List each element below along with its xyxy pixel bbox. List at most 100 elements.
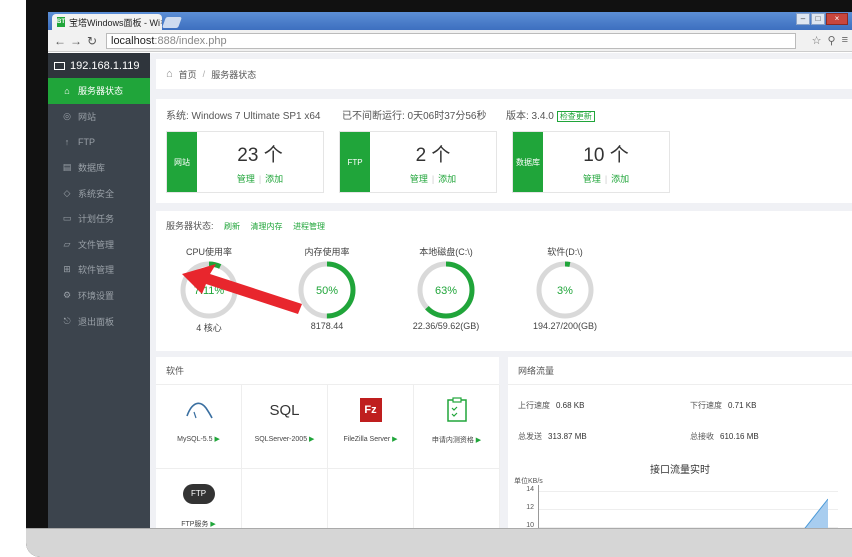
browser-toolbar: ← → ↻ localhost:888/index.php ☆ ⚲ ≡	[48, 30, 852, 52]
database-icon: ▤	[62, 162, 72, 173]
back-icon[interactable]: ←	[52, 34, 68, 48]
sidebar-item-settings[interactable]: ⚙ 环境设置	[48, 283, 150, 309]
sidebar-item-files[interactable]: ▱ 文件管理	[48, 232, 150, 258]
process-manage-link[interactable]: 进程管理	[293, 222, 325, 231]
upload-label: 上行速度	[518, 401, 550, 410]
address-bar[interactable]: localhost:888/index.php	[106, 32, 796, 49]
network-panel: 网络流量 上行速度 0.68 KB 下行速度 0.71 KB 总发送 313.87 M…	[508, 357, 852, 528]
home-icon: ⌂	[64, 85, 70, 96]
gauge-label: 内存使用率	[304, 247, 350, 257]
refresh-link[interactable]: 刷新	[224, 222, 240, 231]
card-count: 2 个	[415, 145, 451, 166]
card-add-link[interactable]: 添加	[611, 174, 629, 184]
download-value: 0.71 KB	[728, 401, 757, 410]
sidebar-item-software[interactable]: ⊞ 软件管理	[48, 257, 150, 283]
chart-gridline	[538, 509, 838, 510]
gauge-ring: 3%	[536, 261, 594, 319]
software-empty-cell	[242, 469, 328, 528]
sidebar-item-ftp[interactable]: ↑ FTP	[48, 129, 150, 155]
gear-icon: ⚙	[62, 290, 72, 301]
clean-memory-link[interactable]: 清理内存	[251, 222, 283, 231]
chart-tick: 14	[526, 486, 534, 493]
download-label: 下行速度	[690, 401, 722, 410]
sent-value: 313.87 MB	[548, 432, 587, 441]
breadcrumb-home[interactable]: 首页	[179, 68, 197, 81]
card-manage-link[interactable]: 管理	[237, 174, 255, 184]
sidebar-item-label: 软件管理	[78, 265, 115, 276]
sidebar-item-label: 数据库	[78, 163, 106, 174]
card-manage-link[interactable]: 管理	[583, 174, 601, 184]
chart-tick: 10	[526, 522, 534, 528]
sidebar-item-label: 环境设置	[78, 291, 115, 302]
window-controls: – □ ×	[796, 13, 848, 25]
gauge-ring: 50%	[298, 261, 356, 319]
sidebar-item-logout[interactable]: ⎋ 退出面板	[48, 308, 150, 334]
gauge-value: 63%	[435, 285, 457, 297]
version-text: 版本: 3.4.0	[506, 111, 554, 122]
overview-panel: 系统: Windows 7 Ultimate SP1 x64 已不间断运行: 0…	[156, 99, 852, 203]
star-icon[interactable]: ☆	[812, 34, 822, 47]
total-sent: 总发送 313.87 MB	[518, 431, 587, 442]
card-add-link[interactable]: 添加	[438, 174, 456, 184]
system-uptime: 已不间断运行: 0天06时37分56秒	[342, 111, 487, 122]
sidebar-item-security[interactable]: ◇ 系统安全	[48, 180, 150, 206]
card-tag: FTP	[340, 132, 370, 192]
software-item-mysql[interactable]: MySQL-5.5 ▶	[156, 385, 242, 469]
checklist-icon	[446, 397, 467, 422]
reload-icon[interactable]: ↻	[84, 34, 100, 48]
database-card: 数据库 10 个 管理 | 添加	[512, 131, 670, 193]
system-version: 版本: 3.4.0 检查更新	[506, 107, 595, 122]
grid-icon: ⊞	[63, 264, 71, 275]
card-manage-link[interactable]: 管理	[410, 174, 428, 184]
chart-tick: 12	[526, 504, 534, 511]
ftp-cloud-icon: FTP	[182, 484, 215, 504]
forward-icon[interactable]: →	[68, 34, 84, 48]
chart-gridline	[538, 527, 838, 528]
extension-icon[interactable]: ⚲	[828, 34, 836, 47]
calendar-icon: ▭	[62, 213, 72, 224]
software-title: 软件	[156, 357, 499, 385]
breadcrumb-separator: /	[202, 69, 206, 79]
sidebar-item-server-status[interactable]: ⌂ 服务器状态	[48, 78, 150, 104]
received-value: 610.16 MB	[720, 432, 759, 441]
globe-icon: ◎	[63, 110, 71, 121]
sidebar-header: 192.168.1.119	[48, 53, 150, 78]
software-label: SQLServer-2005	[254, 436, 308, 443]
gauge-sub: 4 核心	[196, 323, 222, 333]
software-label: FTP服务	[181, 521, 209, 528]
software-panel: 软件 MySQL-5.5 ▶ SQL SQLServer-2005 ▶ Fz F…	[156, 357, 500, 528]
filezilla-icon: Fz	[359, 398, 382, 422]
sidebar-item-label: 服务器状态	[78, 86, 124, 97]
sidebar-item-database[interactable]: ▤ 数据库	[48, 155, 150, 181]
website-card: 网站 23 个 管理 | 添加	[166, 131, 324, 193]
new-tab-button[interactable]	[161, 17, 183, 28]
browser-tab[interactable]: BT 宝塔Windows面板 - Wi ×	[52, 14, 162, 30]
menu-icon[interactable]: ≡	[842, 34, 848, 47]
software-item-filezilla[interactable]: Fz FileZilla Server ▶	[328, 385, 414, 469]
card-count: 23 个	[237, 145, 283, 166]
maximize-button[interactable]: □	[811, 13, 825, 25]
upload-value: 0.68 KB	[556, 401, 585, 410]
minimize-button[interactable]: –	[796, 13, 810, 25]
software-item-ftp[interactable]: FTP FTP服务 ▶	[156, 469, 242, 528]
software-label: MySQL-5.5	[177, 436, 213, 443]
gauge-ring: 63%	[417, 261, 475, 319]
software-item-sqlserver[interactable]: SQL SQLServer-2005 ▶	[242, 385, 328, 469]
gauge-label: 软件(D:\)	[547, 247, 583, 257]
close-window-button[interactable]: ×	[826, 13, 848, 25]
home-icon[interactable]: ⌂	[166, 68, 173, 80]
status-title: 服务器状态:	[166, 221, 214, 231]
card-add-link[interactable]: 添加	[265, 174, 283, 184]
software-item-beta[interactable]: 申请内测资格 ▶	[414, 385, 500, 469]
mysql-icon	[185, 402, 213, 419]
traffic-chart-title: 接口流量实时	[650, 465, 710, 476]
sidebar-item-label: FTP	[78, 136, 95, 147]
sidebar-item-cron[interactable]: ▭ 计划任务	[48, 206, 150, 232]
folder-icon: ▱	[63, 238, 71, 249]
monitor-icon	[54, 61, 65, 70]
check-update-button[interactable]: 检查更新	[556, 111, 595, 122]
card-count: 10 个	[583, 145, 629, 166]
logout-icon: ⎋	[63, 315, 71, 326]
disk-c-gauge: 本地磁盘(C:\) 63% 22.36/59.62(GB)	[396, 245, 496, 331]
sidebar-item-website[interactable]: ◎ 网站	[48, 104, 150, 130]
